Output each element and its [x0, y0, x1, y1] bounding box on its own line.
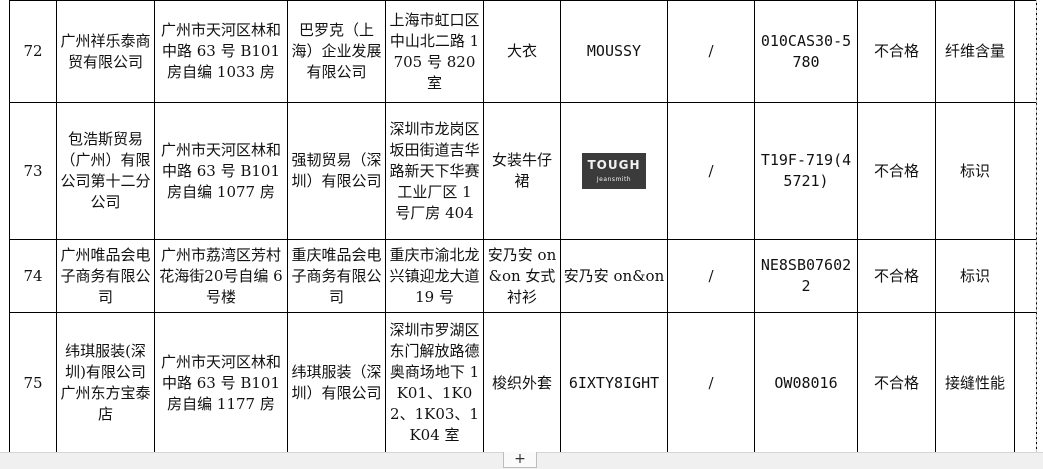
- cell-producer[interactable]: 重庆唯品会电子商务有限公司: [287, 239, 386, 313]
- cell-empty[interactable]: [1014, 239, 1037, 313]
- cell-seller[interactable]: 广州唯品会电子商务有限公司: [56, 239, 155, 313]
- table-row: 75 纬琪服装(深圳)有限公司广州东方宝泰店 广州市天河区林和中路 63 号 B…: [9, 312, 1037, 454]
- cell-producer[interactable]: 巴罗克（上海）企业发展有限公司: [287, 0, 386, 103]
- cell-producer-address[interactable]: 深圳市罗湖区东门解放路德奥商场地下 1K01、1K02、1K03、1K04 室: [385, 312, 484, 454]
- cell-product[interactable]: 女装牛仔裙: [483, 102, 561, 240]
- cell-batch[interactable]: T19F-719(45721): [754, 102, 858, 240]
- cell-empty[interactable]: [1014, 0, 1037, 103]
- cell-producer-address[interactable]: 深圳市龙岗区坂田街道吉华路新天下华赛工业厂区 1 号厂房 404: [385, 102, 484, 240]
- brand-logo-subtext: Jeansmith: [596, 176, 632, 183]
- cell-result[interactable]: 不合格: [857, 312, 936, 454]
- cell-result[interactable]: 不合格: [857, 102, 936, 240]
- cell-no[interactable]: 75: [9, 312, 57, 454]
- cell-item[interactable]: 标识: [935, 239, 1015, 313]
- cell-producer[interactable]: 强韧贸易（深圳）有限公司: [287, 102, 386, 240]
- cell-producer[interactable]: 纬琪服装（深圳）有限公司: [287, 312, 386, 454]
- cell-item[interactable]: 接缝性能: [935, 312, 1015, 454]
- cell-batch[interactable]: OW08016: [754, 312, 858, 454]
- add-sheet-button[interactable]: +: [503, 452, 537, 468]
- cell-seller-address[interactable]: 广州市天河区林和中路 63 号 B101 房自编 1077 房: [154, 102, 288, 240]
- cell-producer-address[interactable]: 上海市虹口区中山北二路 1705 号 820 室: [385, 0, 484, 103]
- cell-producer-address[interactable]: 重庆市渝北龙兴镇迎龙大道 19 号: [385, 239, 484, 313]
- cell-brand[interactable]: TOUGH Jeansmith: [560, 102, 668, 240]
- cell-empty[interactable]: [1014, 312, 1037, 454]
- cell-seller[interactable]: 广州祥乐泰商贸有限公司: [56, 0, 155, 103]
- spreadsheet-area: 72 广州祥乐泰商贸有限公司 广州市天河区林和中路 63 号 B101 房自编 …: [0, 0, 1043, 454]
- cell-no[interactable]: 74: [9, 239, 57, 313]
- cell-brand[interactable]: 安乃安 on&on: [560, 239, 668, 313]
- cell-spec[interactable]: /: [667, 102, 755, 240]
- brand-logo-text: TOUGH: [587, 158, 641, 172]
- page-break-line: [1036, 0, 1043, 452]
- cell-empty[interactable]: [1014, 102, 1037, 240]
- cell-result[interactable]: 不合格: [857, 0, 936, 103]
- table-row: 73 包浩斯贸易（广州）有限公司第十二分公司 广州市天河区林和中路 63 号 B…: [9, 102, 1037, 240]
- cell-result[interactable]: 不合格: [857, 239, 936, 313]
- cell-item[interactable]: 标识: [935, 102, 1015, 240]
- inspection-results-table: 72 广州祥乐泰商贸有限公司 广州市天河区林和中路 63 号 B101 房自编 …: [9, 0, 1037, 454]
- cell-batch[interactable]: NE8SB076022: [754, 239, 858, 313]
- cell-seller-address[interactable]: 广州市荔湾区芳村花海街20号自编 6 号楼: [154, 239, 288, 313]
- cell-item[interactable]: 纤维含量: [935, 0, 1015, 103]
- cell-product[interactable]: 安乃安 on&on 女式衬衫: [483, 239, 561, 313]
- brand-logo-image: TOUGH Jeansmith: [582, 153, 646, 189]
- cell-no[interactable]: 72: [9, 0, 57, 103]
- cell-spec[interactable]: /: [667, 239, 755, 313]
- cell-brand[interactable]: 6IXTY8IGHT: [560, 312, 668, 454]
- cell-product[interactable]: 大衣: [483, 0, 561, 103]
- table-row: 74 广州唯品会电子商务有限公司 广州市荔湾区芳村花海街20号自编 6 号楼 重…: [9, 239, 1037, 313]
- cell-brand[interactable]: MOUSSY: [560, 0, 668, 103]
- cell-seller-address[interactable]: 广州市天河区林和中路 63 号 B101 房自编 1177 房: [154, 312, 288, 454]
- cell-spec[interactable]: /: [667, 312, 755, 454]
- cell-seller[interactable]: 纬琪服装(深圳)有限公司广州东方宝泰店: [56, 312, 155, 454]
- cell-product[interactable]: 梭织外套: [483, 312, 561, 454]
- table-row: 72 广州祥乐泰商贸有限公司 广州市天河区林和中路 63 号 B101 房自编 …: [9, 0, 1037, 103]
- cell-seller-address[interactable]: 广州市天河区林和中路 63 号 B101 房自编 1033 房: [154, 0, 288, 103]
- cell-spec[interactable]: /: [667, 0, 755, 103]
- cell-no[interactable]: 73: [9, 102, 57, 240]
- cell-seller[interactable]: 包浩斯贸易（广州）有限公司第十二分公司: [56, 102, 155, 240]
- cell-batch[interactable]: 010CAS30-5780: [754, 0, 858, 103]
